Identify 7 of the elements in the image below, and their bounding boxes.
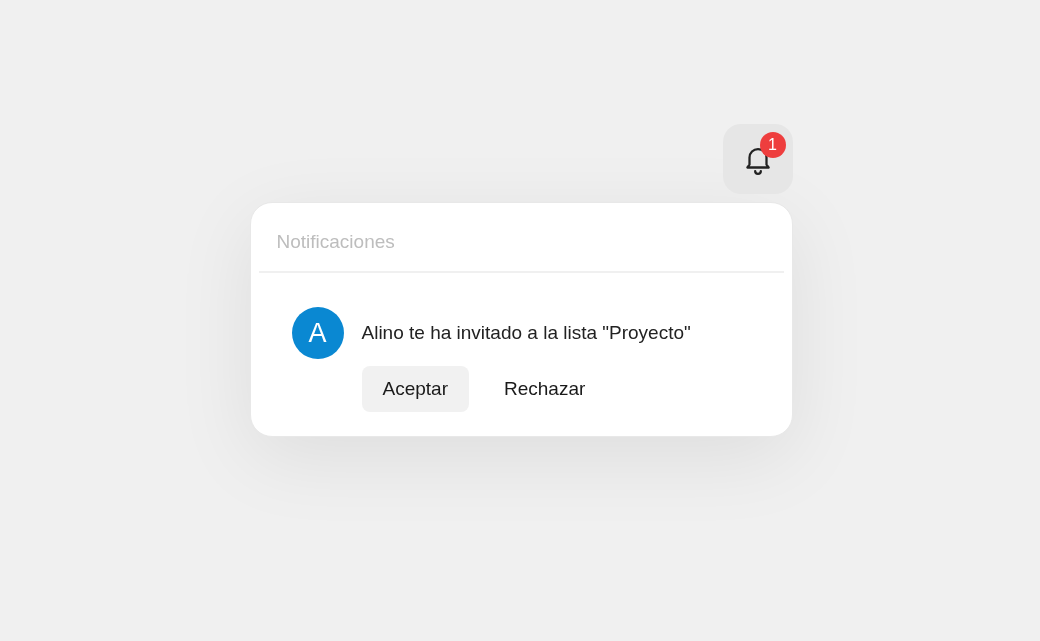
avatar: A: [291, 307, 344, 359]
panel-title: Notificaciones: [275, 230, 396, 254]
accept-button[interactable]: Aceptar: [361, 366, 469, 412]
notification-message: Alino te ha invitado a la lista "Proyecto": [361, 321, 691, 345]
notifications-button[interactable]: 1: [722, 124, 793, 194]
decline-button[interactable]: Rechazar: [483, 366, 607, 412]
count-badge: 1: [759, 132, 786, 158]
